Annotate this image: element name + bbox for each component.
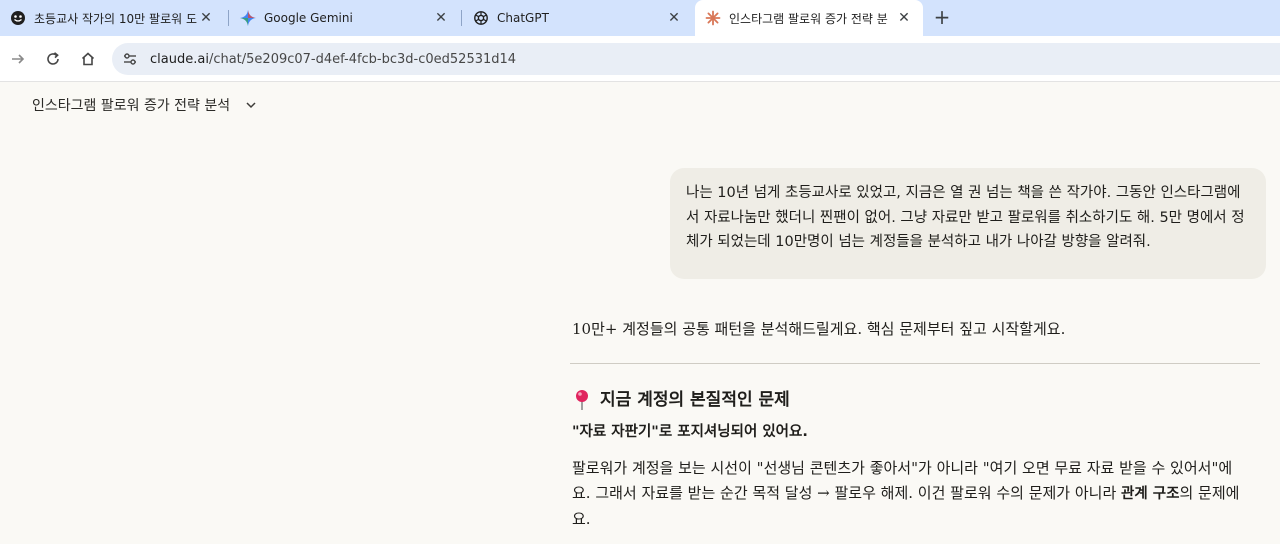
gemini-sparkle-icon bbox=[240, 10, 256, 26]
chat-title-button[interactable]: 인스타그램 팔로워 증가 전략 분석 bbox=[22, 90, 268, 120]
tab-title: 인스타그램 팔로워 증가 전략 분 bbox=[729, 11, 888, 26]
tab-1[interactable]: 초등교사 작가의 10만 팔로워 도 ✕ bbox=[0, 0, 225, 36]
home-icon bbox=[81, 52, 95, 66]
section-heading-text: 지금 계정의 본질적인 문제 bbox=[600, 390, 790, 410]
assistant-intro: 10만+ 계정들의 공통 패턴을 분석해드릴게요. 핵심 문제부터 짚고 시작할… bbox=[572, 320, 1066, 338]
section-heading: 지금 계정의 본질적인 문제 bbox=[572, 386, 1262, 414]
forward-button[interactable] bbox=[6, 47, 30, 71]
tab-4-active[interactable]: 인스타그램 팔로워 증가 전략 분 ✕ bbox=[695, 0, 923, 36]
tab-separator bbox=[461, 10, 462, 26]
smiley-face-icon bbox=[10, 10, 26, 26]
divider bbox=[570, 363, 1260, 364]
close-icon[interactable]: ✕ bbox=[665, 9, 683, 27]
close-icon[interactable]: ✕ bbox=[895, 9, 913, 27]
reload-button[interactable] bbox=[41, 47, 65, 71]
browser-toolbar: claude.ai/chat/5e209c07-d4ef-4fcb-bc3d-c… bbox=[0, 36, 1280, 82]
tab-title: 초등교사 작가의 10만 팔로워 도 bbox=[34, 11, 197, 26]
chat-title-text: 인스타그램 팔로워 증가 전략 분석 bbox=[32, 98, 231, 114]
paragraph-emphasis: 관계 구조 bbox=[1121, 486, 1180, 502]
address-bar[interactable]: claude.ai/chat/5e209c07-d4ef-4fcb-bc3d-c… bbox=[112, 43, 1280, 75]
url-text: claude.ai/chat/5e209c07-d4ef-4fcb-bc3d-c… bbox=[150, 52, 516, 67]
openai-logo-icon bbox=[473, 10, 489, 26]
arrow-right-icon bbox=[12, 54, 25, 64]
close-icon[interactable]: ✕ bbox=[197, 9, 215, 27]
pushpin-icon bbox=[572, 389, 592, 411]
url-path: /chat/5e209c07-d4ef-4fcb-bc3d-c0ed52531d… bbox=[208, 51, 517, 67]
tab-title: ChatGPT bbox=[497, 11, 549, 25]
chevron-down-icon bbox=[244, 98, 258, 112]
claude-asterisk-icon bbox=[705, 10, 721, 26]
tab-strip: 초등교사 작가의 10만 팔로워 도 ✕ Google Gemini ✕ Cha… bbox=[0, 0, 1280, 36]
tab-3[interactable]: ChatGPT ✕ bbox=[463, 0, 693, 36]
explanation-paragraph: 팔로워가 계정을 보는 시선이 "선생님 콘텐츠가 좋아서"가 아니라 "여기 … bbox=[572, 456, 1242, 532]
assistant-message: 10만+ 계정들의 공통 패턴을 분석해드릴게요. 핵심 문제부터 짚고 시작할… bbox=[570, 315, 1262, 532]
tab-2[interactable]: Google Gemini ✕ bbox=[230, 0, 460, 36]
positioning-statement: "자료 자판기"로 포지셔닝되어 있어요. bbox=[572, 424, 808, 440]
user-message: 나는 10년 넘게 초등교사로 있었고, 지금은 열 권 넘는 책을 쓴 작가야… bbox=[670, 168, 1266, 279]
reload-icon bbox=[47, 52, 59, 65]
site-settings-icon[interactable] bbox=[118, 47, 142, 71]
tab-separator bbox=[228, 10, 229, 26]
url-host: claude.ai bbox=[150, 51, 209, 67]
tab-title: Google Gemini bbox=[264, 11, 353, 25]
new-tab-button[interactable]: + bbox=[930, 6, 954, 30]
close-icon[interactable]: ✕ bbox=[432, 9, 450, 27]
home-button[interactable] bbox=[76, 47, 100, 71]
